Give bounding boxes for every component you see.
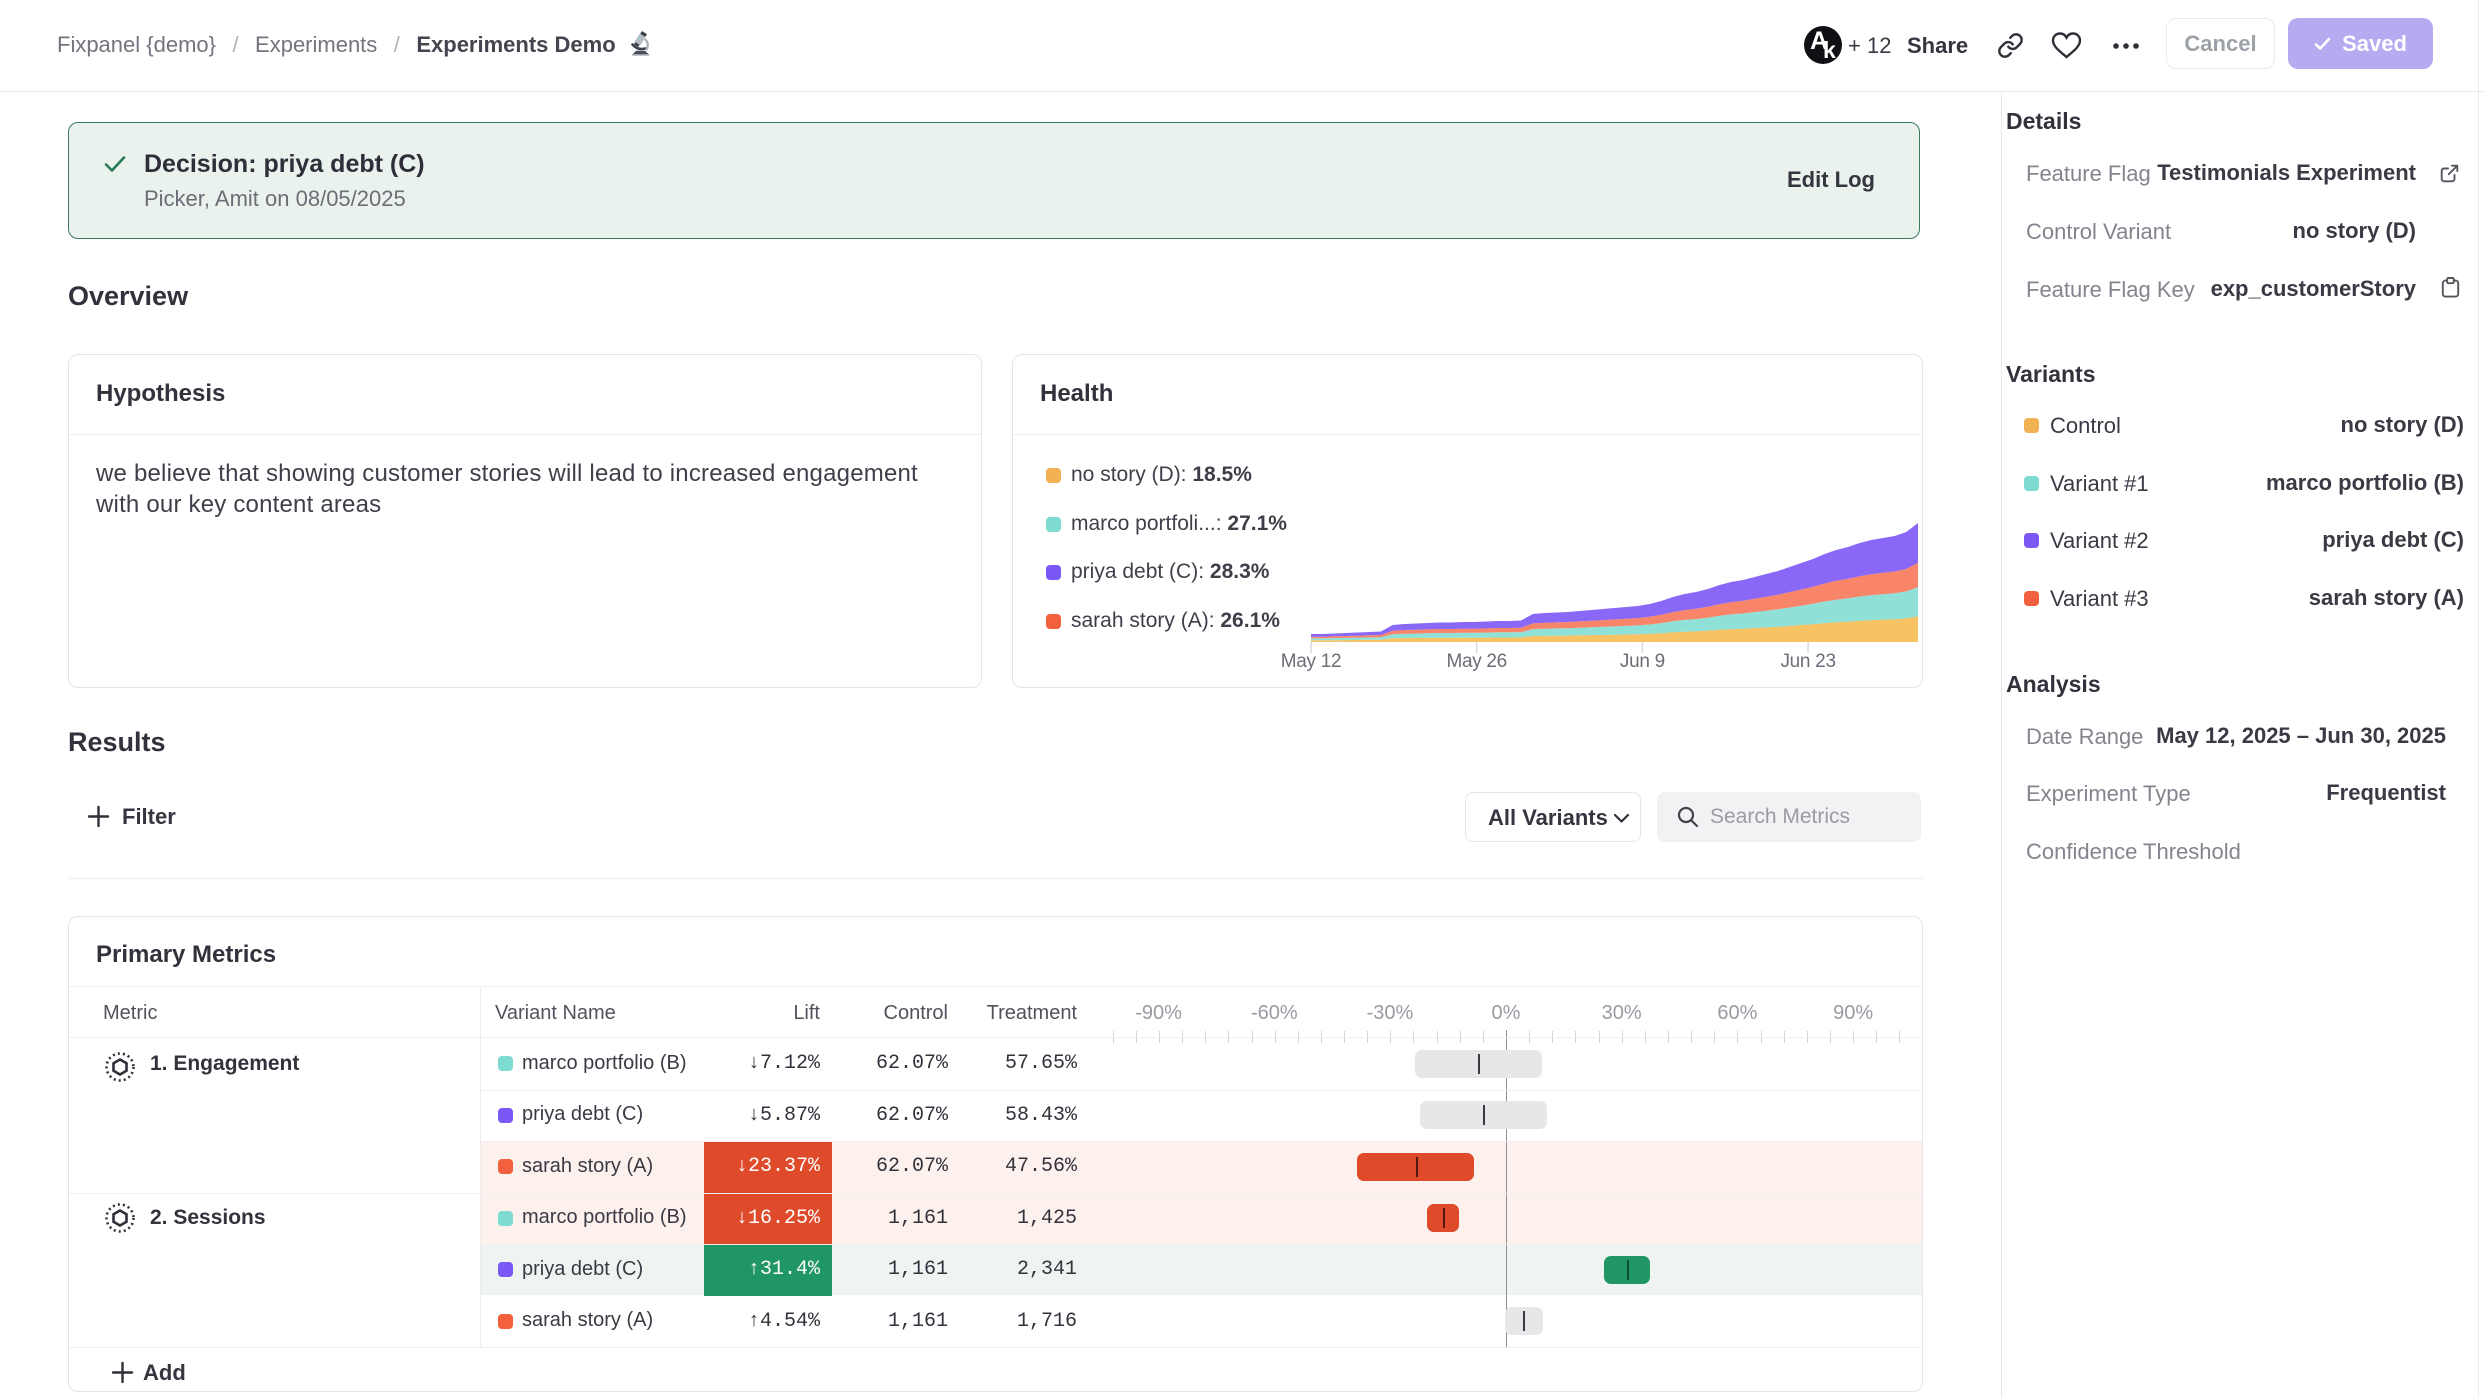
svg-text:Jun 9: Jun 9 xyxy=(1620,651,1665,672)
svg-text:Jun 23: Jun 23 xyxy=(1780,651,1835,672)
svg-text:May 12: May 12 xyxy=(1281,651,1342,672)
svg-text:May 26: May 26 xyxy=(1446,651,1507,672)
